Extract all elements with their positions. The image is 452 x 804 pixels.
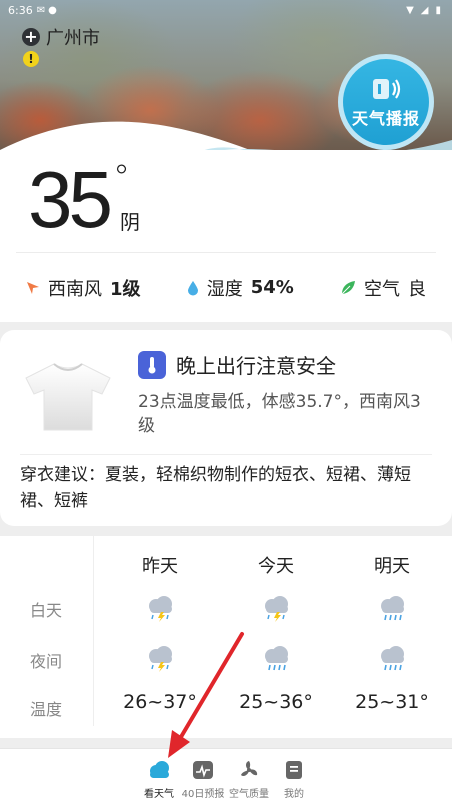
wind-label: 西南风 (48, 278, 102, 300)
notification-dot-icon: ● (48, 4, 57, 16)
city-name[interactable]: 广州市 (46, 24, 100, 50)
add-city-icon[interactable]: + (22, 28, 40, 46)
battery-icon: ▮ (435, 4, 441, 16)
wind-value: 1级 (110, 278, 141, 300)
cloud-icon (150, 761, 169, 778)
broadcast-label: 天气播报 (351, 109, 420, 128)
status-bar: 6:36 ✉ ● ▼ ◢ ▮ (0, 0, 452, 20)
degree-symbol: ° (112, 158, 130, 198)
current-temperature: 35 (28, 155, 113, 244)
metrics-bar: 西南风 1级 湿度 54% 空气 良 (16, 252, 436, 322)
clothing-advice: 穿衣建议：夏装，轻棉织物制作的短衣、短裙、薄短裙、短裤 (20, 465, 411, 511)
forecast-column-tomorrow[interactable]: 明天 25~31° (332, 536, 452, 726)
speaker-icon (373, 79, 401, 99)
rain-icon (381, 646, 404, 671)
temp-range: 26~37° (123, 691, 197, 713)
nav-item-air-quality[interactable]: 空气质量 (224, 759, 274, 800)
forecast-column-today[interactable]: 今天 25~36° (216, 536, 336, 726)
rain-icon (381, 596, 404, 621)
thunder-rain-icon (265, 596, 288, 622)
location-selector[interactable]: + 广州市 (22, 24, 100, 50)
tshirt-icon (25, 363, 111, 431)
advice-description: 23点温度最低，体感35.7°，西南风3级 (138, 392, 421, 436)
wind-arrow-icon (27, 281, 39, 294)
advice-card[interactable]: 晚上出行注意安全 23点温度最低，体感35.7°，西南风3级 穿衣建议：夏装，轻… (0, 330, 452, 526)
divider (20, 454, 432, 455)
temp-range: 25~36° (239, 691, 313, 713)
weather-broadcast-button[interactable]: 天气播报 (338, 54, 434, 150)
nav-label: 我的 (284, 789, 304, 800)
day-label: 明天 (374, 556, 410, 577)
humidity-drop-icon (187, 280, 198, 295)
advice-title: 晚上出行注意安全 (176, 354, 336, 378)
nav-label: 看天气 (144, 789, 174, 800)
status-time: 6:36 (8, 3, 33, 17)
chart-icon (193, 761, 213, 779)
row-label-night: 夜间 (30, 652, 63, 671)
warning-icon[interactable]: ! (23, 51, 39, 67)
thunder-rain-icon (149, 646, 172, 672)
current-condition: 阴 (120, 210, 140, 234)
fan-icon (241, 761, 258, 777)
nav-item-profile[interactable]: 我的 (269, 759, 319, 800)
humidity-value: 54% (250, 277, 294, 298)
nav-label: 40日预报 (181, 789, 225, 800)
temp-range: 25~31° (355, 691, 429, 713)
thermometer-icon (138, 350, 166, 379)
rain-icon (265, 646, 288, 671)
signal-icon: ◢ (420, 4, 429, 16)
advice-title-row: 晚上出行注意安全 (138, 350, 336, 379)
air-label: 空气 (364, 278, 400, 300)
row-label-temp: 温度 (30, 700, 63, 719)
humidity-metric[interactable]: 湿度 54% (187, 275, 294, 301)
humidity-label: 湿度 (206, 278, 243, 300)
forecast-row-labels: 白天 夜间 温度 (0, 536, 94, 726)
current-weather: 35 ° 阴 (28, 155, 140, 244)
air-value: 良 (408, 278, 426, 300)
profile-icon (286, 761, 302, 779)
wifi-icon: ▼ (406, 4, 414, 16)
nav-item-weather[interactable]: 看天气 (134, 759, 184, 800)
wind-metric[interactable]: 西南风 1级 (26, 275, 141, 301)
day-label: 今天 (258, 556, 294, 577)
thunder-rain-icon (149, 596, 172, 622)
forecast-column-yesterday[interactable]: 昨天 26~37° (100, 536, 220, 726)
message-icon: ✉ (36, 4, 46, 16)
day-label: 昨天 (142, 556, 178, 577)
nav-item-forecast-40[interactable]: 40日预报 (178, 759, 228, 800)
three-day-forecast[interactable]: 白天 夜间 温度 昨天 26~37° 今天 25~36° 明天 25~31° (0, 536, 452, 738)
air-metric[interactable]: 空气 良 (340, 275, 426, 301)
nav-label: 空气质量 (229, 789, 269, 800)
bottom-navigation: 看天气 40日预报 空气质量 我的 (0, 748, 452, 804)
row-label-day: 白天 (30, 601, 63, 620)
leaf-icon (341, 280, 355, 294)
